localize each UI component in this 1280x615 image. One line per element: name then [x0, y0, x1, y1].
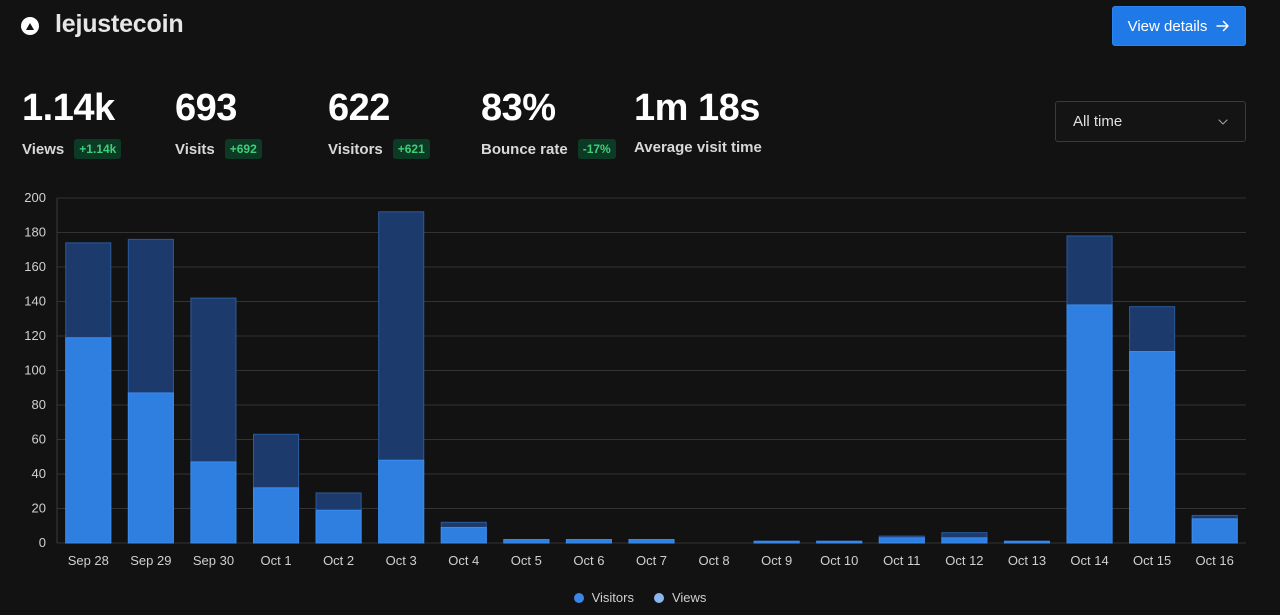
y-tick-label: 20 — [32, 501, 46, 516]
x-tick-label: Oct 8 — [699, 553, 730, 568]
x-tick-label: Oct 6 — [573, 553, 604, 568]
legend-label-views: Views — [671, 590, 707, 605]
y-tick-label: 120 — [24, 328, 46, 343]
y-tick-label: 80 — [32, 397, 46, 412]
y-tick-label: 60 — [32, 432, 46, 447]
x-tick-label: Oct 13 — [1008, 553, 1046, 568]
y-tick-label: 140 — [24, 294, 46, 309]
x-tick-label: Oct 5 — [511, 553, 542, 568]
x-tick-label: Sep 28 — [68, 553, 109, 568]
chart-legend: Visitors Views — [0, 590, 1280, 605]
metric-value: 83% — [481, 87, 556, 129]
bar-visitors — [941, 537, 988, 544]
metric-visits: 693 Visits +692 — [175, 86, 262, 159]
arrow-right-icon — [1216, 20, 1230, 32]
metric-value: 1m 18s — [634, 87, 760, 129]
change-badge: +621 — [392, 139, 430, 159]
change-badge: -17% — [577, 139, 616, 159]
metric-visitors: 622 Visitors +621 — [328, 86, 430, 159]
bar-visitors — [1066, 304, 1113, 544]
x-tick-label: Oct 11 — [883, 553, 920, 568]
metric-label: Visitors — [328, 140, 383, 158]
pageviews-chart: 0 20 40 60 80 100 120 140 160 180 200 Sep 28 Sep 29 S… — [24, 190, 1246, 568]
bar-visitors — [565, 539, 612, 544]
x-tick-label: Oct 4 — [448, 553, 479, 568]
bar-visitors — [878, 537, 925, 544]
x-tick-label: Oct 12 — [945, 553, 983, 568]
site-name: lejustecoin — [55, 10, 184, 38]
x-tick-label: Oct 9 — [761, 553, 792, 568]
chevron-down-icon — [1218, 118, 1228, 125]
metric-label: Bounce rate — [481, 140, 568, 158]
bar-visitors — [190, 461, 237, 544]
bar-visitors — [252, 487, 300, 544]
legend-dot-visitors — [573, 592, 584, 603]
x-tick-label: Oct 7 — [636, 553, 667, 568]
x-tick-label: Oct 1 — [260, 553, 291, 568]
view-details-button[interactable]: View details — [1112, 6, 1246, 46]
metric-value: 693 — [175, 87, 237, 129]
metric-views: 1.14k Views +1.14k — [22, 86, 122, 159]
bar-visitors — [378, 459, 425, 544]
metric-value: 622 — [328, 87, 390, 129]
header: lejustecoin View details — [0, 0, 1280, 60]
x-tick-label: Sep 29 — [130, 553, 171, 568]
bar-visitors — [440, 526, 487, 544]
bar-visitors — [1191, 518, 1238, 544]
legend-label-visitors: Visitors — [591, 590, 634, 605]
x-tick-label: Oct 3 — [386, 553, 417, 568]
x-tick-label: Oct 2 — [323, 553, 354, 568]
y-tick-label: 100 — [24, 363, 46, 378]
change-badge: +692 — [224, 139, 262, 159]
bar-visitors — [65, 337, 112, 544]
legend-item-views[interactable]: Views — [653, 590, 707, 605]
metric-value: 1.14k — [22, 87, 115, 129]
y-tick-label: 200 — [24, 190, 46, 205]
bar-visitors — [1129, 351, 1176, 544]
x-tick-label: Sep 30 — [193, 553, 234, 568]
y-tick-label: 40 — [32, 466, 46, 481]
bar-visitors — [1003, 540, 1051, 544]
y-tick-label: 0 — [39, 535, 46, 550]
bar-visitors — [503, 539, 550, 544]
x-tick-label: Oct 15 — [1133, 553, 1171, 568]
bar-visitors — [753, 540, 800, 544]
x-tick-label: Oct 10 — [820, 553, 858, 568]
bar-visitors — [315, 509, 362, 544]
legend-dot-views — [653, 592, 664, 603]
bar-visitors — [628, 539, 675, 544]
date-range-selected: All time — [1073, 113, 1123, 130]
metric-label: Average visit time — [634, 139, 762, 156]
metric-bounce-rate: 83% Bounce rate -17% — [481, 86, 616, 159]
metric-average-visit-time: 1m 18s Average visit time — [634, 86, 762, 156]
metric-label: Visits — [175, 140, 215, 158]
x-tick-label: Oct 14 — [1070, 553, 1108, 568]
y-tick-label: 160 — [24, 259, 46, 274]
bar-visitors — [816, 540, 863, 544]
view-details-label: View details — [1127, 17, 1208, 35]
site-logo-icon — [21, 17, 39, 35]
legend-item-visitors[interactable]: Visitors — [573, 590, 634, 605]
bar-visitors — [127, 392, 174, 544]
metric-label: Views — [22, 140, 65, 158]
x-tick-label: Oct 16 — [1196, 553, 1234, 568]
date-range-select[interactable]: All time — [1055, 101, 1246, 142]
change-badge: +1.14k — [74, 139, 122, 159]
y-tick-label: 180 — [24, 225, 46, 240]
